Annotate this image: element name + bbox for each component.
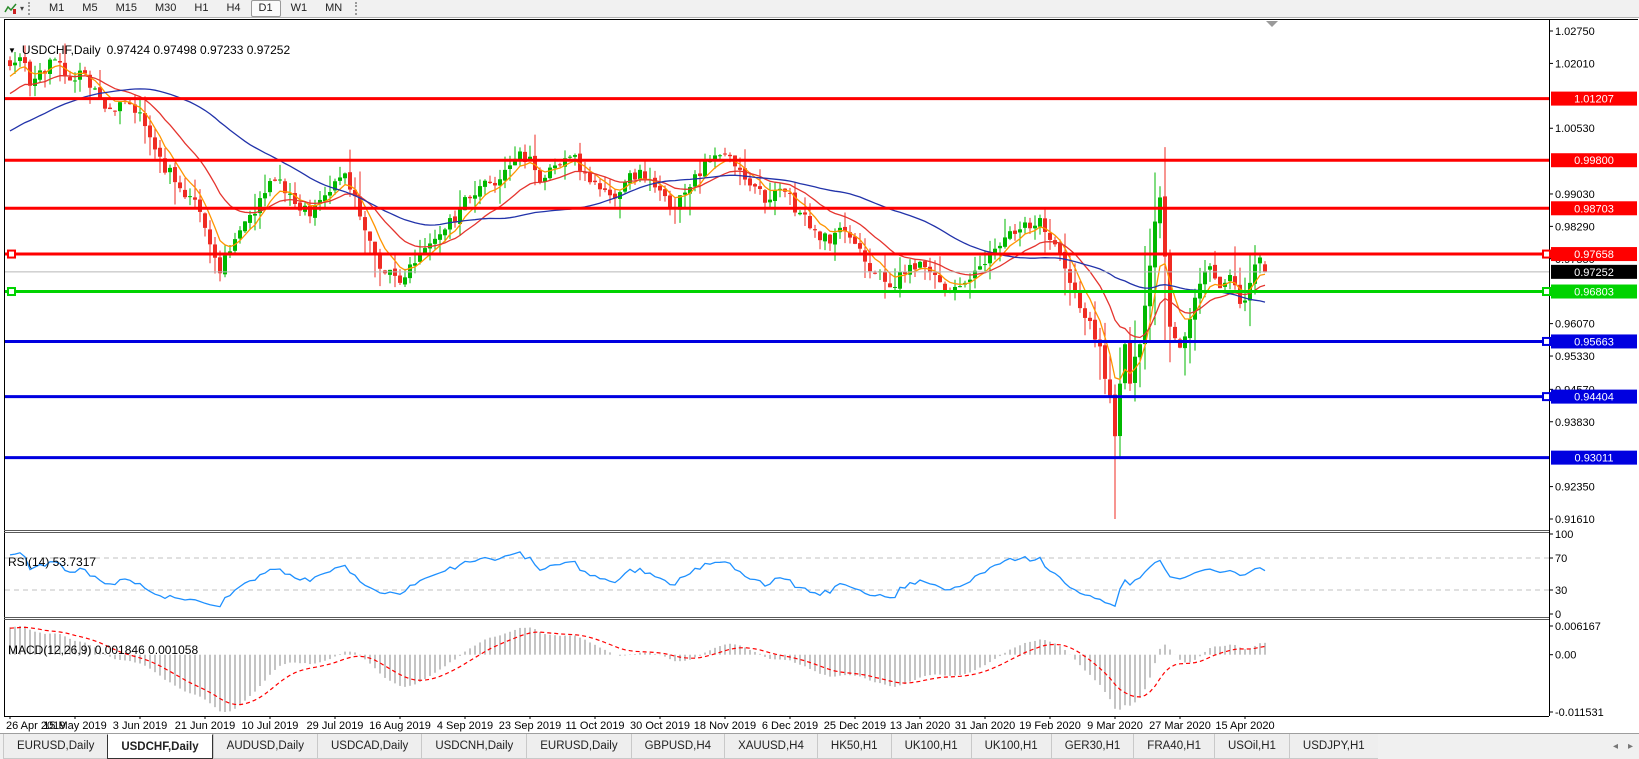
date-tick-label: 27 Mar 2020 [1149, 720, 1211, 732]
rsi-tick-label: 70 [1555, 553, 1567, 565]
chart-tab-bar: EURUSD,Daily USDCHF,Daily AUDUSD,Daily USDC… [0, 733, 1639, 759]
price-tick-label: 0.92350 [1555, 482, 1595, 494]
price-tick-label: 0.93830 [1555, 417, 1595, 429]
price-badge-label: 0.97658 [1574, 249, 1614, 261]
date-tick-label: 15 May 2019 [43, 720, 107, 732]
timeframe-button-mn[interactable]: MN [317, 0, 350, 17]
chart-tab-usdjpy-h1[interactable]: USDJPY,H1 [1288, 734, 1378, 759]
date-tick-label: 30 Oct 2019 [630, 720, 690, 732]
date-tick-label: 18 Nov 2019 [694, 720, 756, 732]
price-tick-label: 0.95330 [1555, 351, 1595, 363]
price-badge-label: 0.95663 [1574, 336, 1614, 348]
price-badge-label: 0.98703 [1574, 203, 1614, 215]
timeframe-buttons: M1 M5 M15 M30 H1 H4 D1 W1 MN [40, 0, 351, 17]
chart-tab-eurusd-daily[interactable]: EURUSD,Daily [526, 734, 631, 759]
date-tick-label: 21 Jun 2019 [175, 720, 236, 732]
chart-tab-eurusd-daily[interactable]: EURUSD,Daily [3, 734, 108, 759]
price-axis[interactable]: 1.027501.020101.005300.990300.982900.975… [1549, 26, 1637, 526]
date-tick-label: 25 Dec 2019 [824, 720, 886, 732]
rsi-tick-label: 30 [1555, 585, 1567, 597]
line-handle-icon[interactable] [7, 287, 16, 297]
date-tick-label: 13 Jan 2020 [890, 720, 951, 732]
price-badge-label: 0.96803 [1574, 287, 1614, 299]
price-tick-label: 0.99030 [1555, 189, 1595, 201]
chart-tab-gbpusd-h4[interactable]: GBPUSD,H4 [630, 734, 725, 759]
timeframe-button-m5[interactable]: M5 [74, 0, 105, 17]
date-tick-label: 15 Apr 2020 [1215, 720, 1274, 732]
date-tick-label: 29 Jul 2019 [307, 720, 364, 732]
line-handle-icon[interactable] [1542, 336, 1551, 346]
timeframe-button-m15[interactable]: M15 [108, 0, 145, 17]
chart-glyph-icon [4, 3, 17, 14]
date-tick-label: 6 Dec 2019 [762, 720, 818, 732]
line-handle-icon[interactable] [7, 249, 16, 259]
price-badge-label: 1.01207 [1574, 94, 1614, 106]
date-tick-label: 23 Sep 2019 [499, 720, 561, 732]
date-tick-label: 9 Mar 2020 [1087, 720, 1143, 732]
date-tick-label: 16 Aug 2019 [369, 720, 431, 732]
line-handle-icon[interactable] [1542, 249, 1551, 259]
price-badge-label: 0.97252 [1574, 267, 1614, 279]
timeframe-button-h1[interactable]: H1 [186, 0, 216, 17]
rsi-tick-label: 100 [1555, 529, 1573, 541]
timeframe-button-w1[interactable]: W1 [283, 0, 316, 17]
line-handle-icon[interactable] [1542, 287, 1551, 297]
tab-scroll-left-icon[interactable]: ◂ [1613, 741, 1618, 752]
chart-tools-icon[interactable]: ▾ [4, 3, 24, 15]
chart-frame [0, 18, 1639, 733]
top-toolbar: ▾ M1 M5 M15 M30 H1 H4 D1 W1 MN [0, 0, 1639, 18]
chart-tab-uk100-h1[interactable]: UK100,H1 [890, 734, 971, 759]
chart-tab-fra40-h1[interactable]: FRA40,H1 [1133, 734, 1214, 759]
price-badge-label: 0.93011 [1575, 453, 1614, 465]
chart-window[interactable]: 1.027501.020101.005300.990300.982900.975… [0, 18, 1639, 733]
chart-tab-usdcnh-daily[interactable]: USDCNH,Daily [421, 734, 527, 759]
date-tick-label: 4 Sep 2019 [437, 720, 493, 732]
chart-tab-usdchf-daily[interactable]: USDCHF,Daily [107, 734, 213, 759]
tab-scroll-arrows: ◂ ▸ [1613, 734, 1633, 759]
timeframe-button-d1[interactable]: D1 [250, 0, 281, 17]
chart-tab-xauusd-h4[interactable]: XAUUSD,H4 [724, 734, 817, 759]
chart-canvas[interactable]: 1.027501.020101.005300.990300.982900.975… [0, 18, 1639, 733]
toolbar-grip[interactable] [28, 2, 34, 15]
macd-tick-label: 0.006167 [1555, 621, 1601, 633]
timeframe-button-m30[interactable]: M30 [147, 0, 184, 17]
price-badge-label: 0.94404 [1574, 392, 1614, 404]
rsi-tick-label: 0 [1555, 609, 1561, 621]
date-tick-label: 19 Feb 2020 [1019, 720, 1081, 732]
timeframe-button-h4[interactable]: H4 [218, 0, 248, 17]
macd-tick-label: 0.00 [1555, 650, 1576, 662]
chart-tab-audusd-daily[interactable]: AUDUSD,Daily [212, 734, 317, 759]
date-tick-label: 3 Jun 2019 [113, 720, 167, 732]
date-tick-label: 11 Oct 2019 [565, 720, 624, 732]
price-tick-label: 1.00530 [1555, 123, 1595, 135]
price-tick-label: 0.98290 [1555, 221, 1595, 233]
chart-tab-hk50-h1[interactable]: HK50,H1 [816, 734, 891, 759]
price-tick-label: 0.96070 [1555, 319, 1595, 331]
line-handle-icon[interactable] [1542, 392, 1551, 402]
chart-tab-usoil-h1[interactable]: USOil,H1 [1213, 734, 1289, 759]
toolbar-grip-end[interactable] [355, 2, 361, 15]
tab-scroll-right-icon[interactable]: ▸ [1628, 741, 1633, 752]
date-tick-label: 10 Jul 2019 [242, 720, 299, 732]
price-badge-label: 0.99800 [1574, 155, 1614, 167]
macd-tick-label: -0.011531 [1555, 707, 1604, 719]
price-tick-label: 1.02750 [1555, 26, 1595, 38]
chart-tab-usdcad-daily[interactable]: USDCAD,Daily [316, 734, 422, 759]
price-tick-label: 0.91610 [1555, 514, 1595, 526]
chart-tab-uk100-h1[interactable]: UK100,H1 [970, 734, 1051, 759]
chart-tab-ger30-h1[interactable]: GER30,H1 [1050, 734, 1134, 759]
dropdown-caret-icon[interactable]: ▾ [20, 4, 24, 13]
timeframe-button-m1[interactable]: M1 [41, 0, 72, 17]
price-tick-label: 1.02010 [1555, 58, 1595, 70]
date-tick-label: 31 Jan 2020 [955, 720, 1016, 732]
